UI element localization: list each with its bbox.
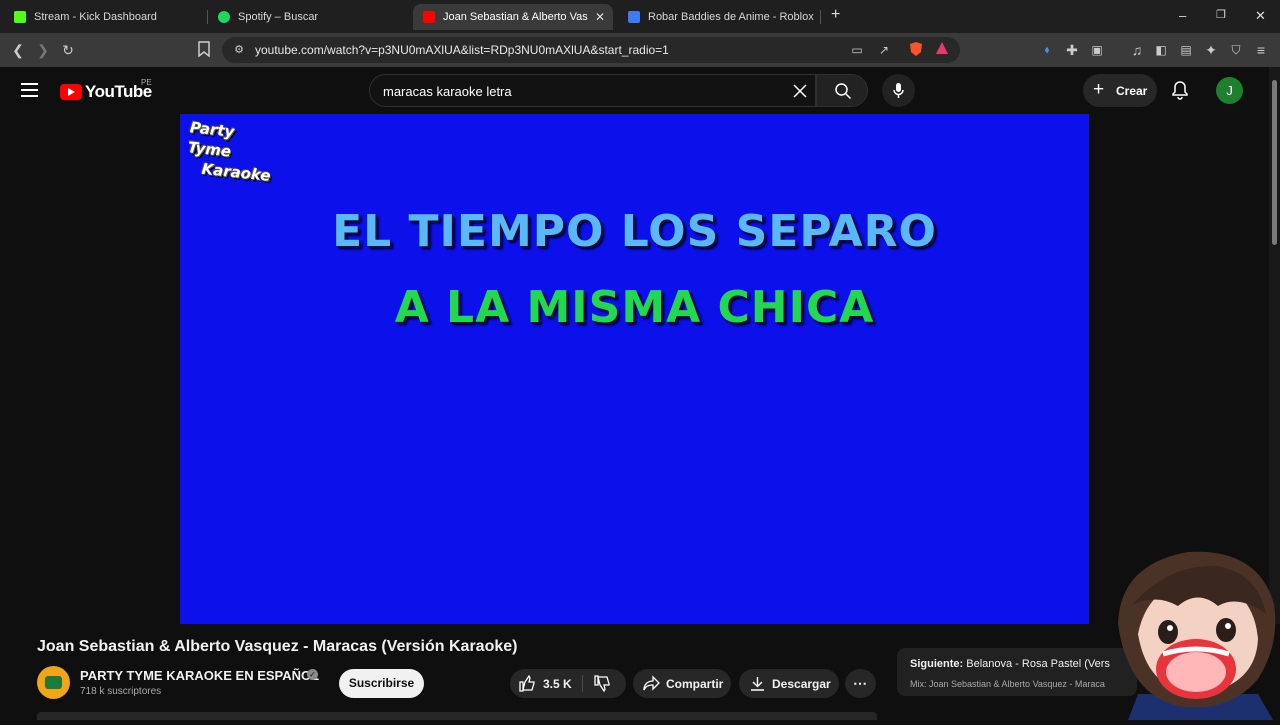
subscribe-button[interactable]: Suscribirse (339, 669, 424, 698)
download-icon (749, 675, 766, 692)
download-label: Descargar (772, 677, 831, 691)
more-actions-button[interactable]: ⋯ (845, 669, 876, 698)
up-next-card[interactable]: Siguiente: Belanova - Rosa Pastel (Vers … (897, 648, 1137, 696)
brave-shield-icon[interactable] (907, 41, 925, 59)
video-info: Joan Sebastian & Alberto Vasquez - Marac… (0, 624, 1280, 720)
share-button[interactable]: Compartir (633, 669, 731, 698)
up-next-title: Siguiente: Belanova - Rosa Pastel (Vers (910, 658, 1110, 670)
restore-icon[interactable]: ❐ (1216, 8, 1226, 21)
kick-icon (14, 11, 26, 23)
youtube-icon (423, 11, 435, 23)
roblox-icon (628, 11, 640, 23)
plus-icon: + (1093, 79, 1105, 100)
create-label: Crear (1116, 84, 1148, 98)
like-count: 3.5 K (543, 677, 572, 691)
thumbs-down-icon (594, 675, 610, 693)
hamburger-menu-icon[interactable] (21, 83, 38, 97)
up-next-mix: Mix: Joan Sebastian & Alberto Vasquez - … (910, 679, 1105, 689)
close-window-icon[interactable]: ✕ (1255, 8, 1266, 24)
menu-icon[interactable]: ≡ (1252, 41, 1270, 59)
tab-youtube[interactable]: Joan Sebastian & Alberto Vas ✕ (413, 4, 613, 30)
share-label: Compartir (666, 677, 724, 691)
subscriber-count: 718 k suscriptores (80, 686, 162, 697)
clear-search-icon[interactable] (791, 82, 809, 100)
media-icon[interactable]: ♫ (1128, 41, 1146, 59)
video-player[interactable]: Party Tyme Karaoke EL TIEMPO LOS SEPARO … (180, 114, 1089, 624)
vpn-icon[interactable]: ⬧ (1038, 41, 1056, 59)
share-page-icon[interactable]: ↗ (875, 41, 893, 59)
tab-roblox[interactable]: Robar Baddies de Anime - Roblox (618, 4, 818, 30)
extensions-icon[interactable]: ✚ (1063, 41, 1081, 59)
lyric-line-1: EL TIEMPO LOS SEPARO (332, 206, 937, 257)
browser-toolbar: ❮ ❯ ↻ ⚙ youtube.com/watch?v=p3NU0mAXlUA&… (0, 33, 1280, 67)
scrollbar-thumb[interactable] (1272, 80, 1277, 245)
leo-ai-icon[interactable]: ✦ (1202, 41, 1220, 59)
tab-separator (820, 10, 821, 24)
reload-icon[interactable]: ↻ (59, 41, 77, 59)
new-tab-icon[interactable]: + (831, 6, 840, 24)
tab-title: Joan Sebastian & Alberto Vas (443, 11, 588, 23)
streamer-avatar-overlay (1108, 544, 1280, 720)
cast-icon[interactable]: ▭ (848, 41, 866, 59)
notifications-bell-icon[interactable] (1170, 80, 1190, 100)
vpn-shield-icon[interactable]: ⛉ (1227, 41, 1245, 59)
search-input[interactable]: maracas karaoke letra (369, 74, 816, 107)
download-button[interactable]: Descargar (739, 669, 839, 698)
country-code: PE (141, 78, 152, 87)
microphone-icon (893, 83, 904, 98)
thumbs-up-icon (519, 674, 535, 692)
browser-tab-bar: Stream - Kick Dashboard Spotify – Buscar… (0, 0, 1280, 33)
brave-rewards-icon[interactable] (933, 41, 951, 59)
dislike-button[interactable] (594, 675, 611, 693)
youtube-play-icon (60, 84, 82, 100)
lyric-line-2: A LA MISMA CHICA (394, 282, 875, 333)
close-tab-icon[interactable]: ✕ (595, 10, 605, 24)
bookmark-icon[interactable] (195, 41, 213, 59)
youtube-header: YouTube PE maracas karaoke letra + Crear… (0, 67, 1280, 114)
search-query: maracas karaoke letra (383, 84, 512, 99)
youtube-logo[interactable]: YouTube (60, 82, 152, 102)
site-settings-icon[interactable]: ⚙ (230, 41, 248, 59)
screenshot-icon[interactable]: ▣ (1088, 41, 1106, 59)
more-icon: ⋯ (853, 675, 867, 691)
party-tyme-karaoke-logo: Party Tyme Karaoke (186, 118, 272, 185)
verified-badge-icon: ✓ (307, 669, 318, 680)
search-button[interactable] (816, 74, 868, 107)
address-bar[interactable]: ⚙ youtube.com/watch?v=p3NU0mAXlUA&list=R… (222, 37, 960, 63)
voice-search-button[interactable] (882, 74, 915, 107)
tab-spotify[interactable]: Spotify – Buscar (208, 4, 410, 30)
create-button[interactable]: + Crear (1083, 74, 1157, 107)
like-dislike-group: 3.5 K (510, 669, 626, 698)
sidebar-icon[interactable]: ◧ (1152, 41, 1170, 59)
forward-icon[interactable]: ❯ (34, 41, 52, 59)
back-icon[interactable]: ❮ (9, 41, 27, 59)
tab-title: Robar Baddies de Anime - Roblox (648, 11, 814, 23)
search-icon (835, 83, 852, 100)
tab-title: Stream - Kick Dashboard (34, 11, 157, 23)
channel-name[interactable]: PARTY TYME KARAOKE EN ESPAÑOL (80, 668, 319, 683)
video-title: Joan Sebastian & Alberto Vasquez - Marac… (37, 638, 518, 655)
like-button[interactable] (519, 674, 536, 692)
channel-avatar[interactable] (37, 666, 70, 699)
account-avatar[interactable]: J (1216, 77, 1243, 104)
wallet-icon[interactable]: ▤ (1177, 41, 1195, 59)
description-box[interactable] (37, 712, 877, 720)
minimize-icon[interactable]: – (1179, 8, 1186, 23)
spotify-icon (218, 11, 230, 23)
url-text: youtube.com/watch?v=p3NU0mAXlUA&list=RDp… (255, 43, 669, 57)
like-divider (582, 675, 583, 692)
tab-title: Spotify – Buscar (238, 11, 319, 23)
tab-kick[interactable]: Stream - Kick Dashboard (4, 4, 204, 30)
share-icon (643, 675, 660, 692)
